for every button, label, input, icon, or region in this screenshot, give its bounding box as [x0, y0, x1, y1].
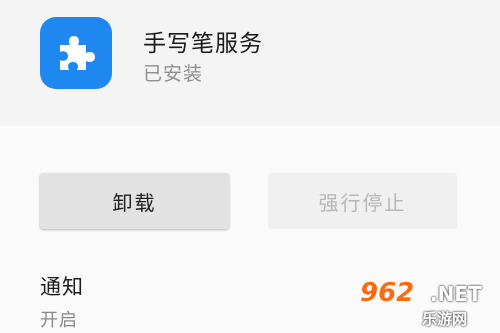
- notification-setting-title[interactable]: 通知: [40, 271, 84, 301]
- force-stop-button[interactable]: 强行停止: [268, 173, 457, 229]
- watermark-digits: 962: [360, 278, 415, 308]
- app-install-status: 已安装: [143, 63, 204, 85]
- site-watermark: 962 .NET 乐游网: [352, 278, 498, 332]
- puzzle-icon: [40, 17, 112, 89]
- watermark-subtitle: 乐游网: [422, 310, 468, 328]
- app-name: 手写笔服务: [143, 31, 263, 57]
- uninstall-button[interactable]: 卸载: [40, 173, 229, 229]
- notification-setting-value: 开启: [40, 310, 78, 331]
- app-header: 手写笔服务 已安装: [0, 0, 500, 126]
- watermark-suffix: .NET: [430, 282, 482, 306]
